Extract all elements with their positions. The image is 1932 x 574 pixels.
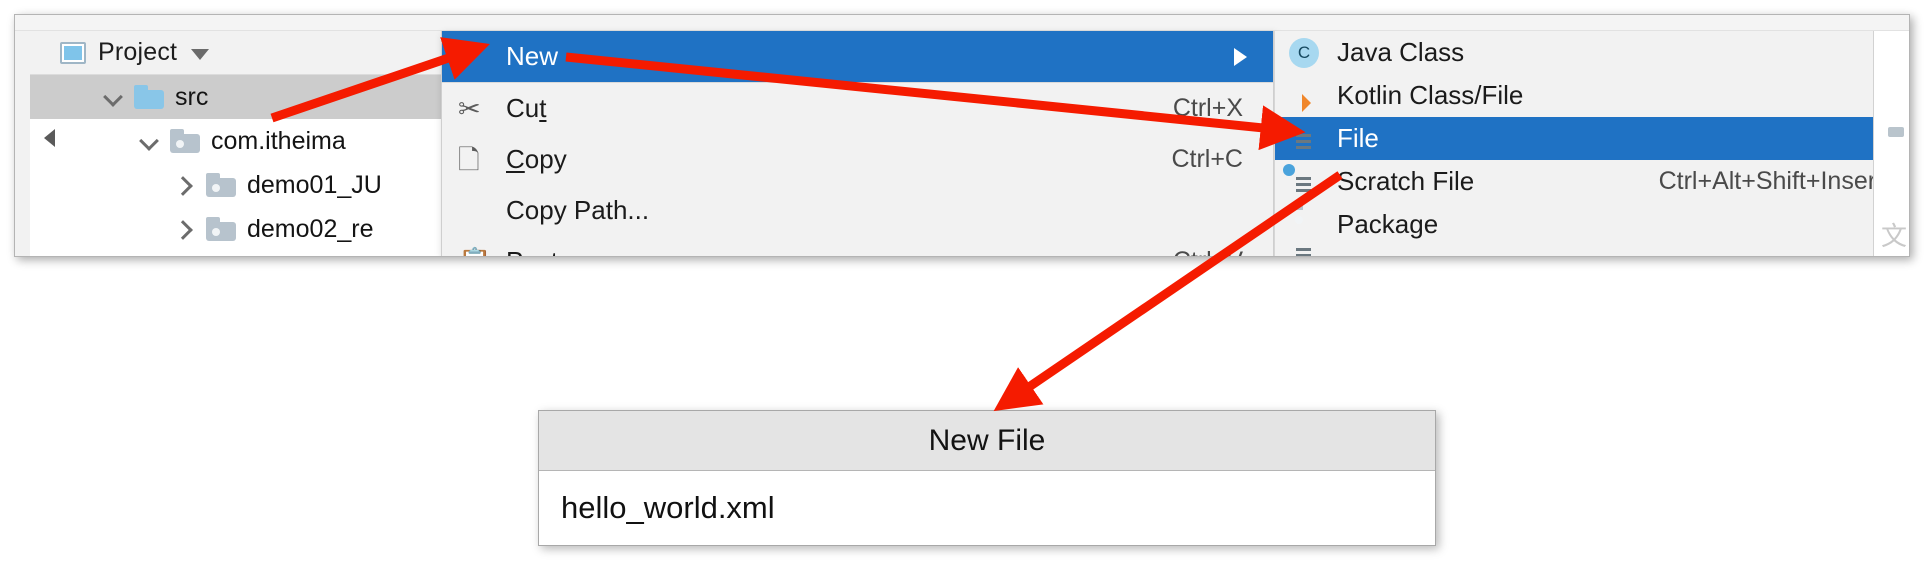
chevron-right-icon xyxy=(1234,47,1247,66)
submenu-item-label: File xyxy=(1337,123,1379,153)
editor-right-sliver: 文 xyxy=(1873,31,1909,256)
new-submenu: C Java Class Kotlin Class/File File Scra… xyxy=(1274,31,1909,256)
ide-window: Project src com.itheima demo01_JU demo02… xyxy=(14,14,1910,257)
submenu-item-package[interactable]: Package xyxy=(1275,203,1909,246)
menu-item-label: New xyxy=(506,41,559,71)
truncated-text-glyph: 文 xyxy=(1880,222,1907,252)
dialog-title: New File xyxy=(539,411,1435,471)
project-tool-window: Project src com.itheima demo01_JU demo02… xyxy=(30,31,442,256)
menu-item-label: Cut xyxy=(506,93,547,123)
file-name-input[interactable]: hello_world.xml xyxy=(539,471,1435,545)
screenshot-root: Project src com.itheima demo01_JU demo02… xyxy=(0,0,1932,574)
package-folder-icon xyxy=(1289,209,1323,241)
submenu-item-label: Java Class xyxy=(1337,37,1465,67)
submenu-item-shortcut: Ctrl+Alt+Shift+Insert xyxy=(1658,167,1883,195)
menu-item-label: Copy xyxy=(506,144,567,174)
clipboard-icon: 📋 xyxy=(458,246,494,257)
scissors-icon: ✂ xyxy=(458,93,481,124)
project-panel-header[interactable]: Project xyxy=(30,31,441,75)
project-panel-title: Project xyxy=(98,38,178,66)
menu-item-shortcut: Ctrl+X xyxy=(1172,94,1243,122)
context-menu: New ✂ Cut Ctrl+X 🗋 Copy Ctrl+C Copy Path… xyxy=(441,31,1274,257)
tree-item-label: demo01_JU xyxy=(247,170,382,199)
chevron-right-icon[interactable] xyxy=(174,218,196,240)
copy-icon: 🗋 xyxy=(458,144,480,175)
tree-item-com-itheima[interactable]: com.itheima xyxy=(30,119,441,163)
menu-item-copy-path[interactable]: Copy Path... xyxy=(442,185,1273,236)
chevron-right-icon[interactable] xyxy=(174,174,196,196)
submenu-item-kotlin-class-file[interactable]: Kotlin Class/File xyxy=(1275,74,1909,117)
tree-item-label: demo02_re xyxy=(247,214,374,243)
package-folder-icon xyxy=(170,129,200,153)
kotlin-file-icon xyxy=(1289,80,1323,112)
chevron-down-icon[interactable] xyxy=(191,49,210,60)
menu-item-paste[interactable]: 📋 Paste Ctrl+V xyxy=(442,236,1273,257)
submenu-item-file[interactable]: File xyxy=(1275,117,1909,160)
menu-item-cut[interactable]: ✂ Cut Ctrl+X xyxy=(442,83,1273,134)
tool-window-tab-marker xyxy=(44,129,55,147)
tree-item-demo01[interactable]: demo01_JU xyxy=(30,163,441,207)
submenu-item-java-class[interactable]: C Java Class xyxy=(1275,31,1909,74)
submenu-item-label: Kotlin Class/File xyxy=(1337,80,1524,110)
ide-top-strip xyxy=(15,15,1909,31)
tree-item-label: src xyxy=(175,82,209,111)
java-class-icon: C xyxy=(1289,37,1323,69)
chevron-down-icon[interactable] xyxy=(102,86,124,108)
package-folder-icon xyxy=(206,173,236,197)
submenu-item-scratch-file[interactable]: Scratch File Ctrl+Alt+Shift+Insert xyxy=(1275,160,1909,203)
blank-icon xyxy=(458,195,494,227)
package-folder-icon xyxy=(206,217,236,241)
scrollbar-thumb[interactable] xyxy=(1888,127,1904,137)
menu-item-label: Paste xyxy=(506,246,1173,256)
blank-icon xyxy=(458,41,494,73)
menu-item-label: Copy Path... xyxy=(506,195,650,225)
menu-item-new[interactable]: New xyxy=(442,31,1273,82)
submenu-item-label: Scratch File xyxy=(1337,166,1475,196)
chevron-down-icon[interactable] xyxy=(138,130,160,152)
menu-item-shortcut: Ctrl+C xyxy=(1171,145,1243,173)
tree-item-src[interactable]: src xyxy=(30,75,441,119)
project-window-icon xyxy=(60,41,86,64)
submenu-item-label: Package xyxy=(1337,209,1439,239)
submenu-item-truncated[interactable] xyxy=(1275,246,1909,256)
tree-item-label: com.itheima xyxy=(211,126,346,155)
tree-item-demo02[interactable]: demo02_re xyxy=(30,207,441,251)
menu-item-shortcut: Ctrl+V xyxy=(1173,247,1243,256)
source-folder-icon xyxy=(134,85,164,109)
scratch-file-icon xyxy=(1289,166,1323,198)
menu-item-copy[interactable]: 🗋 Copy Ctrl+C xyxy=(442,134,1273,185)
new-file-dialog: New File hello_world.xml xyxy=(538,410,1436,546)
file-icon xyxy=(1289,123,1323,155)
file-icon xyxy=(1289,246,1323,256)
project-tree[interactable]: src com.itheima demo01_JU demo02_re xyxy=(30,75,441,251)
